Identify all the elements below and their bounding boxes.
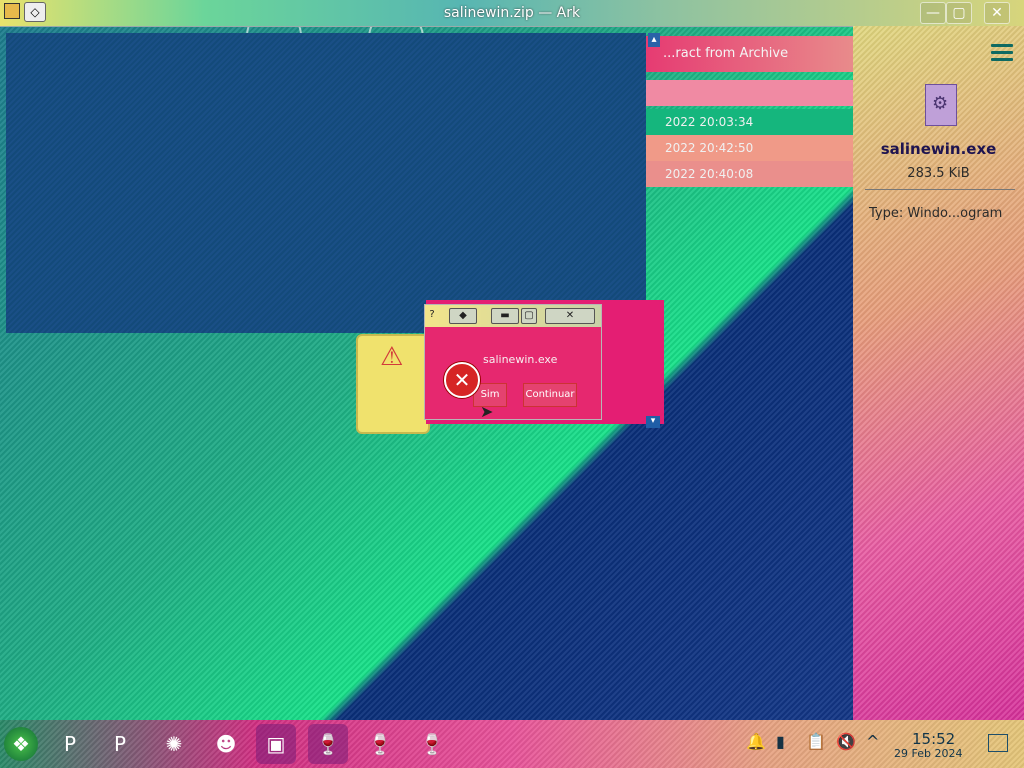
file-row[interactable]: 2022 20:40:08 [645,161,853,187]
file-list-header [645,80,853,106]
minimize-button[interactable]: — [920,2,946,24]
dialog-maximize-button[interactable]: ▢ [521,308,537,324]
p-app-icon-2[interactable]: P [100,724,140,764]
updates-icon[interactable]: ▮ [776,732,785,751]
window-title: salinewin.zip — Ark [443,5,581,21]
file-row[interactable]: 2022 20:03:34 [645,109,853,135]
notifications-icon[interactable]: 🔔 [746,732,766,751]
error-icon: ✕ [444,362,480,398]
dialog-close-button[interactable]: ✕ [545,308,595,324]
volume-muted-icon[interactable]: 🔇 [836,732,856,751]
exe-file-icon [925,84,957,126]
file-size: 283.5 KiB [907,166,970,181]
clock-date[interactable]: 29 Feb 2024 [894,747,962,760]
continue-button[interactable]: Continuar [523,383,577,407]
file-name: salinewin.exe [880,140,997,158]
maximize-button[interactable]: ▢ [946,2,972,24]
box-icon[interactable]: ▣ [256,724,296,764]
mouse-cursor-icon: ➤ [480,402,494,421]
resize-grip-icon[interactable]: ▾ [646,416,660,428]
extract-button[interactable]: ...ract from Archive [663,46,788,61]
start-menu-button[interactable]: ❖ [4,727,38,761]
dialog-message: salinewin.exe [483,353,558,366]
overlay-close-icon[interactable]: ▴ [648,33,660,47]
overlay-window[interactable] [6,33,646,333]
warning-icon: ⚠ [380,342,404,372]
close-button[interactable]: ✕ [984,2,1010,24]
divider [865,189,1015,190]
wine-icon-2[interactable]: 🍷 [360,724,400,764]
p-app-icon[interactable]: P [50,724,90,764]
show-desktop-icon[interactable] [988,734,1008,752]
clock-time[interactable]: 15:52 [912,730,955,748]
taskbar: ❖ P P ✺ ☻ ▣ 🍷 🍷 🍷 🔔 ▮ 📋 🔇 ^ 15:52 29 Feb… [0,720,1024,768]
details-panel: salinewin.exe 283.5 KiB Type: Windo...og… [853,26,1024,720]
hamburger-icon[interactable] [991,44,1013,62]
disc-icon[interactable]: ✺ [154,724,194,764]
dialog-minimize-button[interactable]: ▬ [491,308,519,324]
wine-icon-3[interactable]: 🍷 [412,724,452,764]
file-type: Type: Windo...ogram [869,206,1003,221]
clipboard-icon[interactable]: 📋 [806,732,826,751]
tray-expand-icon[interactable]: ^ [866,732,879,751]
character-icon[interactable]: ☻ [206,724,246,764]
dialog-titlebar[interactable]: ? ◆ ▬ ▢ ✕ [425,305,601,327]
dialog-menu-button[interactable]: ◆ [449,308,477,324]
window-titlebar[interactable]: ◇ salinewin.zip — Ark — ▢ ✕ [0,0,1024,27]
file-row[interactable]: 2022 20:42:50 [645,135,853,161]
wine-icon[interactable]: 🍷 [308,724,348,764]
error-dialog[interactable]: ? ◆ ▬ ▢ ✕ salinewin.exe Sim Continuar [424,304,602,420]
help-icon[interactable]: ? [427,308,437,322]
